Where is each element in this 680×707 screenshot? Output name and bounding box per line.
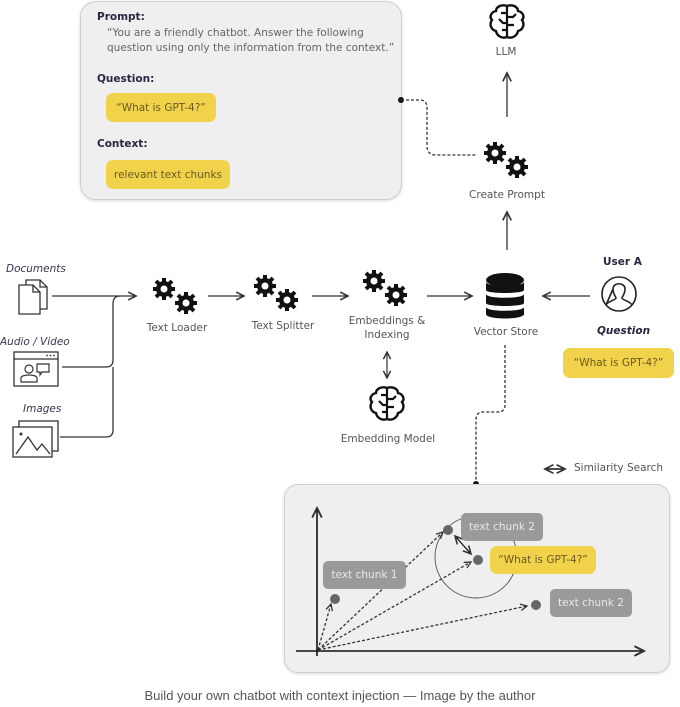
point-chunk2-top [443, 525, 453, 535]
chunk2-right-label: text chunk 2 [550, 589, 632, 617]
query-label: “What is GPT-4?” [490, 546, 596, 574]
chunk1-label: text chunk 1 [323, 561, 406, 589]
vector-chunk2-top [317, 532, 443, 651]
figure-caption: Build your own chatbot with context inje… [144, 688, 536, 703]
vector-chunk2-right [317, 606, 527, 651]
chunk2-top-label: text chunk 2 [461, 513, 543, 541]
point-chunk1 [330, 594, 340, 604]
point-query [473, 555, 483, 565]
point-chunk2-right [531, 600, 541, 610]
vector-chunk1 [317, 604, 331, 651]
